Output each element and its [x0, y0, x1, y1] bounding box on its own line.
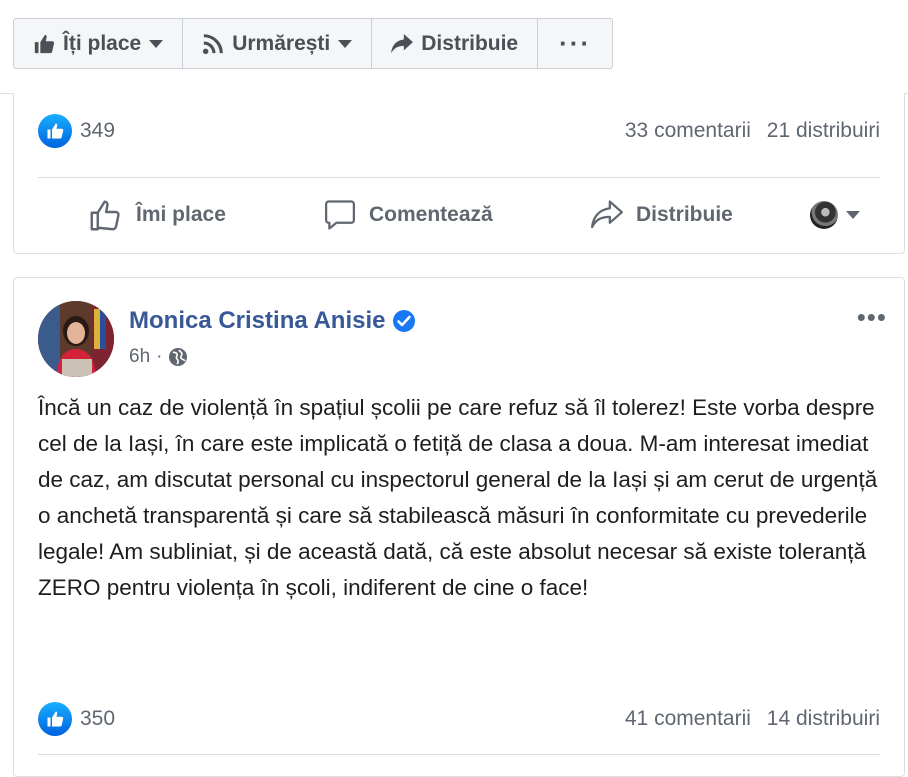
- like-reaction-icon: [38, 702, 72, 736]
- like-count: 349: [80, 119, 116, 142]
- caret-down-icon: [338, 39, 353, 48]
- post-action-row: Îmi place Comentează Distribuie: [38, 193, 880, 237]
- caret-down-icon: [846, 211, 860, 219]
- divider: [38, 754, 880, 755]
- post-text: Încă un caz de violență în spațiul școli…: [38, 395, 878, 600]
- reactions-summary[interactable]: 349: [38, 114, 115, 148]
- comment-button[interactable]: Comentează: [323, 198, 493, 232]
- verified-badge-icon: [392, 310, 415, 332]
- share-count-link[interactable]: 21 distribuiri: [767, 119, 880, 142]
- page-follow-label: Urmărești: [232, 31, 331, 55]
- share-arrow-outline-icon: [590, 200, 624, 229]
- like-count: 350: [80, 707, 116, 730]
- comment-bubble-icon: [324, 200, 356, 230]
- page-follow-button[interactable]: Urmărești: [183, 19, 373, 68]
- share-button[interactable]: Distribuie: [590, 199, 733, 231]
- avatar: [810, 201, 838, 229]
- comment-count-link[interactable]: 33 comentarii: [625, 119, 751, 142]
- globe-icon: [169, 348, 188, 366]
- author-avatar[interactable]: [38, 301, 114, 377]
- audience-selector[interactable]: [810, 201, 872, 229]
- post-options-button[interactable]: •••: [857, 302, 887, 333]
- like-reaction-icon: [38, 114, 72, 148]
- comment-count-link[interactable]: 41 comentarii: [625, 707, 751, 730]
- caret-down-icon: [149, 39, 164, 48]
- divider: [38, 177, 880, 178]
- page-share-button[interactable]: Distribuie: [372, 19, 539, 68]
- page-like-label: Îți place: [63, 31, 142, 55]
- share-count-link[interactable]: 14 distribuiri: [767, 707, 880, 730]
- meta-separator: ·: [156, 346, 163, 367]
- reactions-summary[interactable]: 350: [38, 702, 115, 736]
- rss-icon: [203, 33, 224, 54]
- author-name-link[interactable]: Monica Cristina Anisie: [129, 307, 416, 335]
- more-icon: ···: [559, 28, 592, 58]
- share-arrow-icon: [391, 33, 414, 53]
- thumbs-up-icon: [34, 34, 55, 53]
- page-like-button[interactable]: Îți place: [14, 19, 184, 68]
- post-stats: 349 33 comentarii 21 distribuiri: [38, 114, 880, 148]
- page-action-bar: Îți place Urmărești Distribuie ···: [13, 18, 614, 69]
- like-button[interactable]: Îmi place: [88, 197, 226, 233]
- page-share-label: Distribuie: [421, 31, 519, 55]
- comment-label: Comentează: [369, 203, 493, 226]
- post-card: Monica Cristina Anisie 6h · ••• Încă un …: [13, 277, 905, 777]
- previous-post-footer: 349 33 comentarii 21 distribuiri Îmi pla…: [13, 93, 905, 254]
- author-name: Monica Cristina Anisie: [129, 307, 386, 334]
- thumbs-up-outline-icon: [90, 200, 120, 231]
- post-stats: 350 41 comentarii 14 distribuiri: [38, 702, 880, 736]
- post-meta: 6h ·: [129, 346, 188, 368]
- like-label: Îmi place: [136, 203, 226, 226]
- share-label: Distribuie: [636, 203, 733, 226]
- post-timestamp[interactable]: 6h: [129, 346, 150, 368]
- page-more-button[interactable]: ···: [538, 19, 612, 68]
